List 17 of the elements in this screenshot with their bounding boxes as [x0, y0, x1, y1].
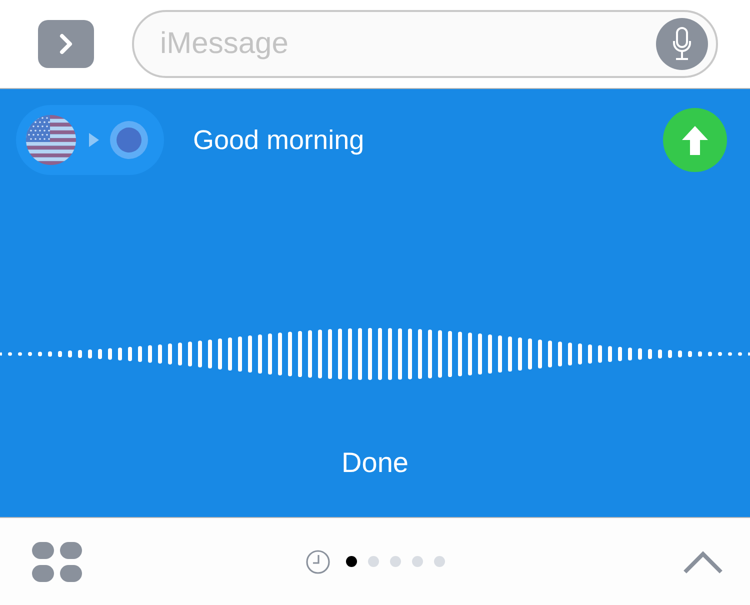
- page-dot[interactable]: [412, 556, 422, 567]
- arrow-up-icon: [682, 126, 708, 154]
- phrase-text: Good morning: [193, 124, 364, 156]
- chevron-up-icon[interactable]: [683, 550, 723, 574]
- clock-icon[interactable]: [306, 550, 330, 574]
- page-dot[interactable]: [368, 556, 378, 567]
- flag-icon: [26, 115, 76, 165]
- page-dot[interactable]: [346, 556, 356, 567]
- disc-icon: [110, 121, 148, 159]
- done-button[interactable]: Done: [326, 439, 424, 487]
- expand-button[interactable]: [38, 20, 94, 68]
- chevron-right-icon: [59, 33, 73, 55]
- microphone-icon: [672, 27, 692, 61]
- triangle-icon: [89, 133, 99, 147]
- page-dot[interactable]: [434, 556, 444, 567]
- page-dot[interactable]: [390, 556, 400, 567]
- apps-icon[interactable]: [32, 542, 82, 582]
